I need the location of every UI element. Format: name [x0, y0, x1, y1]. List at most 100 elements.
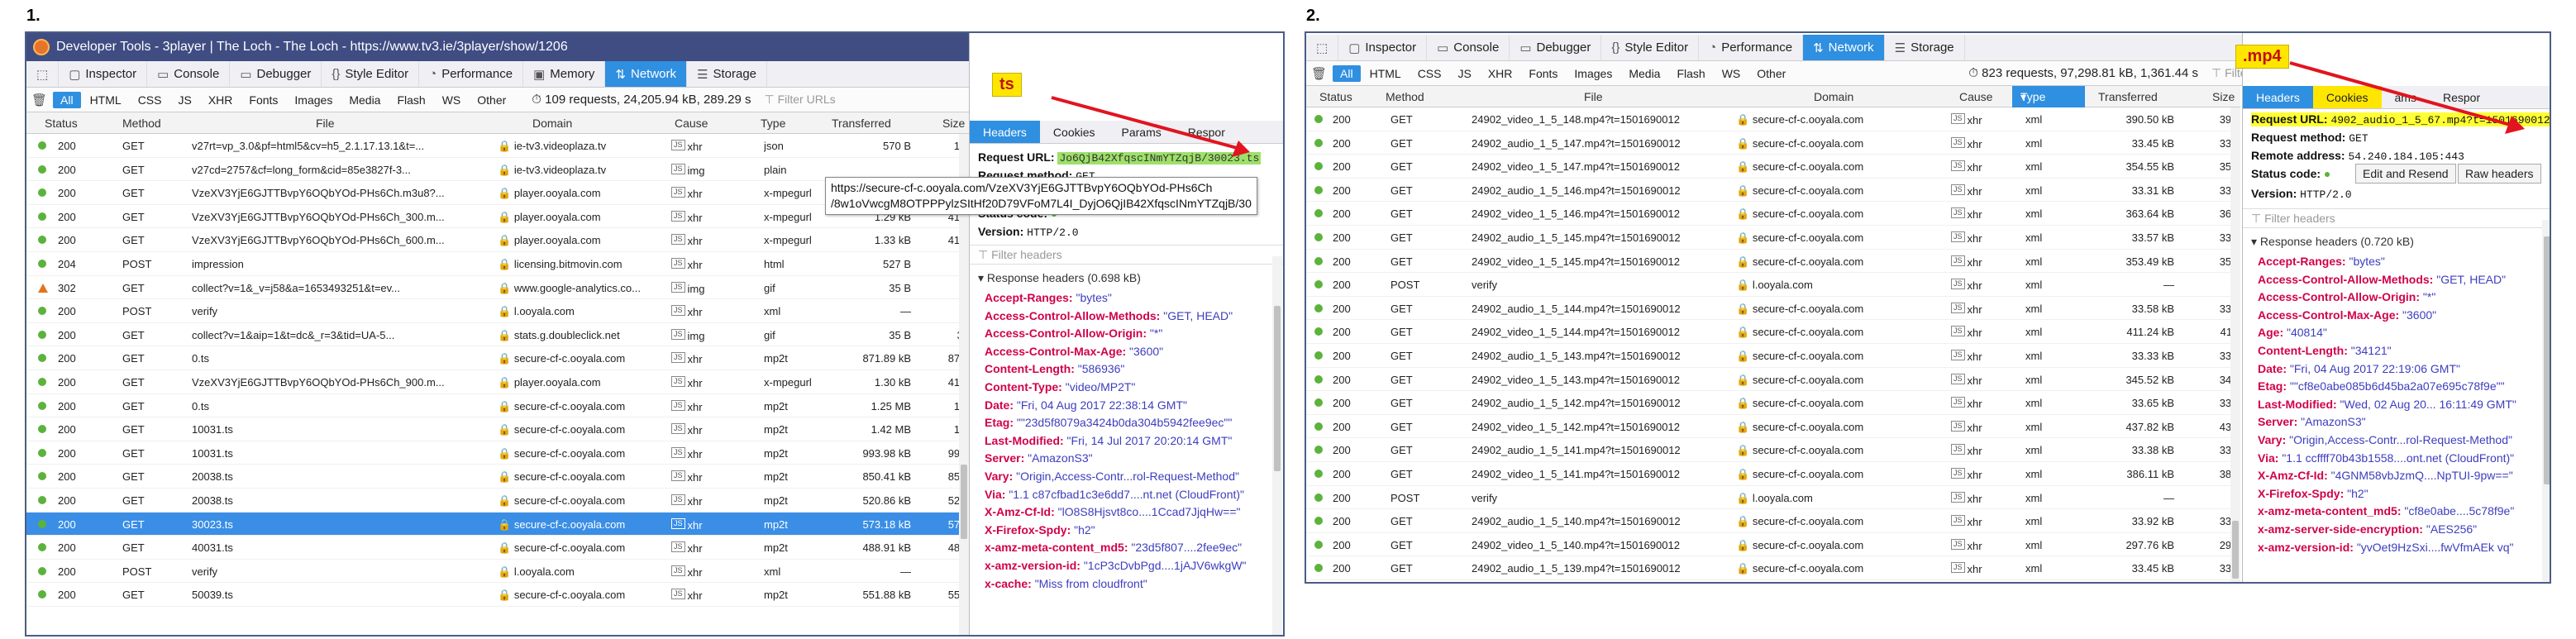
table-row[interactable]: 200 GET 24902_video_1_5_144.mp4?t=15016900…	[1306, 320, 2240, 344]
table-row[interactable]: 200 GET 24902_audio_1_5_143.mp4?t=15016900…	[1306, 344, 2240, 368]
table-row[interactable]: 200GET40031.tsmp2t488.91 kB488.🔒 secure-…	[26, 536, 969, 560]
tab-memory[interactable]: ▣ Memory	[523, 61, 606, 87]
filter-ws[interactable]: WS	[1715, 65, 1748, 82]
filter-media[interactable]: Media	[341, 92, 388, 108]
tab-network[interactable]: ⇅ Network	[605, 61, 688, 87]
table-row[interactable]: 200 GET 24902_video_1_5_145.mp4?t=15016900…	[1306, 250, 2240, 274]
filter-media[interactable]: Media	[1621, 65, 1667, 82]
table-row[interactable]: 200GET0.tsmp2t1.25 MB1.1🔒 secure-cf-c.oo…	[26, 394, 969, 418]
pick-element-button[interactable]: ⬚	[26, 61, 60, 87]
table-row[interactable]: 200 GET collect?v=1&aip=1&t=dc&_r=3&tid=UA…	[26, 323, 969, 347]
table-row[interactable]: 200 GET 24902_video_1_5_147.mp4?t=15016900…	[1306, 155, 2240, 179]
filter-headers-input[interactable]: ⊤ Filter headers	[970, 245, 1283, 265]
filter-css[interactable]: CSS	[131, 92, 169, 108]
col-size[interactable]: Size	[942, 117, 965, 130]
table-row[interactable]: 200GET20038.tsmp2t520.86 kB520.🔒 secure-…	[26, 489, 969, 513]
filter-fonts[interactable]: Fonts	[241, 92, 285, 108]
edit-and-resend-button[interactable]: Edit and Resend	[2355, 164, 2456, 184]
col-type[interactable]: Type ▾	[2012, 86, 2085, 107]
filter-html[interactable]: HTML	[83, 92, 129, 108]
filter-ws[interactable]: WS	[435, 92, 469, 108]
table-row[interactable]: 200 GET VzeXV3YjE6GJTTBvpY6OQbYOd-PHs6Ch_6…	[26, 228, 969, 252]
pick-element-button[interactable]: ⬚	[1306, 35, 1339, 60]
filter-other[interactable]: Other	[470, 92, 513, 108]
table-row[interactable]: 302 GET collect?v=1&_v=j58&a=1653493251&t=…	[26, 276, 969, 300]
tab-inspector[interactable]: ▢ Inspector	[59, 61, 148, 87]
tab-console[interactable]: ▭ Console	[1427, 35, 1510, 60]
trash-icon[interactable]: 🗑	[31, 93, 51, 107]
table-row[interactable]: 200 GET 24902_audio_1_5_142.mp4?t=15016900…	[1306, 391, 2240, 415]
table-row[interactable]: 200GET20038.tsmp2t850.41 kB850.🔒 secure-…	[26, 465, 969, 489]
table-row[interactable]: 200 GET 24902_video_1_5_140.mp4?t=15016900…	[1306, 533, 2240, 557]
request-list-scroll-thumb[interactable]	[2232, 521, 2239, 579]
table-row[interactable]: 204POSTimpressionhtml527 B0🔒 licensing.b…	[26, 252, 969, 276]
col-status[interactable]: Status	[45, 117, 78, 130]
filter-js[interactable]: JS	[1450, 65, 1478, 82]
col-type[interactable]: Type	[761, 117, 785, 130]
filter-xhr[interactable]: XHR	[1481, 65, 1520, 82]
tab-performance[interactable]: ◔ Performance	[1699, 35, 1804, 60]
trash-icon[interactable]: 🗑	[1311, 66, 1331, 81]
table-row[interactable]: 200 GET 24902_video_1_5_142.mp4?t=15016900…	[1306, 415, 2240, 439]
col-domain[interactable]: Domain	[532, 117, 572, 130]
col-status[interactable]: Status	[1319, 90, 1352, 103]
col-transferred[interactable]: Transferred	[2098, 90, 2158, 103]
filter-fonts[interactable]: Fonts	[1521, 65, 1565, 82]
table-row[interactable]: 200GET30023.tsmp2t573.18 kB573.🔒 secure-…	[26, 512, 969, 536]
tab-console[interactable]: ▭ Console	[147, 61, 231, 87]
table-row[interactable]: 200GET10031.tsmp2t993.98 kB993.🔒 secure-…	[26, 441, 969, 465]
tab-performance[interactable]: ◔ Performance	[419, 61, 524, 87]
table-row[interactable]: 200POSTverifyxml—0🔒 l.ooyala.comJSxhr	[1306, 486, 2240, 510]
response-headers-section[interactable]: ▾ Response headers (0.720 kB)	[2251, 235, 2414, 249]
table-row[interactable]: 200 GET VzeXV3YjE6GJTTBvpY6OQbYOd-PHs6Ch.m…	[26, 181, 959, 205]
filter-xhr[interactable]: XHR	[201, 92, 241, 108]
tab-style-editor[interactable]: {} Style Editor	[322, 61, 420, 87]
table-row[interactable]: 200GET10031.tsmp2t1.42 MB1.0🔒 secure-cf-…	[26, 417, 969, 441]
filter-js[interactable]: JS	[170, 92, 198, 108]
filter-html[interactable]: HTML	[1362, 65, 1409, 82]
col-domain[interactable]: Domain	[1814, 90, 1853, 103]
table-row[interactable]: 200 GET 24902_audio_1_5_147.mp4?t=15016900…	[1306, 131, 2240, 155]
table-row[interactable]: 200POSTverifyxml—0🔒 l.ooyala.comJSxhr	[26, 299, 969, 323]
table-row[interactable]: 200 GET 24902_audio_1_5_145.mp4?t=15016900…	[1306, 226, 2240, 250]
filter-urls-input[interactable]: ⊤ Filter URLs	[765, 93, 836, 107]
table-row[interactable]: 200 GET 24902_video_1_5_146.mp4?t=15016900…	[1306, 202, 2240, 226]
tab-style-editor[interactable]: {} Style Editor	[1601, 35, 1700, 60]
col-file[interactable]: File	[1584, 90, 1603, 103]
col-cause[interactable]: Cause	[675, 117, 708, 130]
table-row[interactable]: 200 GET 24902_audio_1_5_141.mp4?t=15016900…	[1306, 438, 2240, 462]
response-headers-section[interactable]: ▾ Response headers (0.698 kB)	[978, 271, 1141, 285]
request-list-scroll-thumb[interactable]	[961, 465, 967, 539]
filter-css[interactable]: CSS	[1410, 65, 1449, 82]
table-row[interactable]: 200 GET VzeXV3YjE6GJTTBvpY6OQbYOd-PHs6Ch_3…	[26, 205, 969, 229]
table-row[interactable]: 200 GET v27rt=vp_3.0&pf=html5&cv=h5_2.1.17…	[26, 134, 969, 158]
col-size[interactable]: Size	[2212, 90, 2235, 103]
tab-network[interactable]: ⇅ Network	[1803, 35, 1885, 60]
filter-all[interactable]: All	[1333, 64, 1361, 82]
table-row[interactable]: 200 GET 24902_audio_1_5_139.mp4?t=15016900…	[1306, 556, 2240, 580]
filter-flash[interactable]: Flash	[1669, 65, 1712, 82]
col-cause[interactable]: Cause	[1959, 90, 1992, 103]
table-row[interactable]: 200 GET 24902_video_1_5_141.mp4?t=15016900…	[1306, 462, 2240, 486]
table-row[interactable]: 200POSTverifyxml—0🔒 l.ooyala.comJSxhr	[26, 560, 969, 584]
filter-flash[interactable]: Flash	[389, 92, 432, 108]
col-file[interactable]: File	[316, 117, 335, 130]
filter-headers-input[interactable]: ⊤ Filter headers	[2243, 208, 2550, 228]
table-row[interactable]: 200 GET 24902_audio_1_5_140.mp4?t=15016900…	[1306, 509, 2240, 533]
tab-debugger[interactable]: ▭ Debugger	[230, 61, 322, 87]
table-row[interactable]: 200 GET 24902_video_1_5_143.mp4?t=15016900…	[1306, 368, 2240, 392]
raw-headers-button[interactable]: Raw headers	[2458, 164, 2541, 184]
table-row[interactable]: 200 GET v27cd=2757&cf=long_form&cid=85e382…	[26, 158, 959, 182]
tab-inspector[interactable]: ▢ Inspector	[1338, 35, 1428, 60]
filter-images[interactable]: Images	[287, 92, 340, 108]
table-row[interactable]: 200 GET 24902_audio_1_5_144.mp4?t=15016900…	[1306, 297, 2240, 321]
table-row[interactable]: 200GET50039.tsmp2t551.88 kB551.🔒 secure-…	[26, 583, 969, 607]
col-method[interactable]: Method	[1386, 90, 1424, 103]
table-row[interactable]: 200POSTverifyxml—0🔒 l.ooyala.comJSxhr	[1306, 273, 2240, 297]
filter-images[interactable]: Images	[1567, 65, 1620, 82]
table-row[interactable]: 200 GET 24902_video_1_5_148.mp4?t=15016900…	[1306, 107, 2240, 131]
details-scroll-thumb[interactable]	[1274, 306, 1281, 471]
tab-debugger[interactable]: ▭ Debugger	[1510, 35, 1602, 60]
request-list-scrollbar[interactable]	[2230, 107, 2240, 582]
details-scrollbar[interactable]	[2542, 220, 2550, 582]
